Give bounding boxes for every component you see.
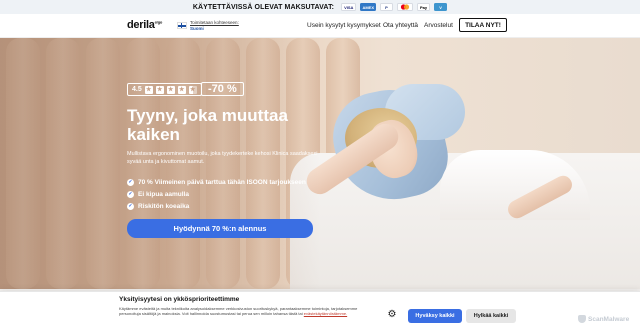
benefit-label: Riskitön koeaika — [138, 202, 190, 210]
benefit-item: ✓ Ei kipua aamulla — [127, 188, 306, 200]
star-icon: ★ — [155, 85, 164, 94]
shipping-label: Toimitetaan kohteeseen: — [190, 20, 239, 25]
site-header: derilaergo Toimitetaan kohteeseen: Suomi… — [0, 14, 640, 38]
claim-discount-button[interactable]: Hyödynnä 70 %:n alennus — [127, 219, 313, 238]
watermark-text: ScanMalware — [588, 315, 630, 323]
hero-headline: Tyyny, joka muuttaa kaiken — [127, 106, 288, 144]
check-icon: ✓ — [127, 178, 134, 186]
star-icon: ★ — [144, 85, 153, 94]
discount-badge: -70 % — [201, 82, 244, 96]
order-now-button[interactable]: TILAA NYT! — [459, 18, 507, 32]
rating-badge: 4.5 ★ ★ ★ ★ ★ — [127, 83, 202, 96]
promo-text: KÄYTETTÄVISSÄ OLEVAT MAKSUTAVAT: — [192, 3, 335, 11]
hero-subtext: Mullistava ergonominen muotoilu, joka ty… — [127, 151, 318, 165]
benefit-item: ✓ 70 % Viimeinen päivä tarttua tähän ISOO… — [127, 176, 306, 188]
paypal-icon: P — [380, 3, 394, 11]
cookie-policy-link[interactable]: evästekäytännöstämme. — [304, 311, 347, 316]
cookie-settings-gear-icon[interactable]: ⚙ — [387, 310, 397, 320]
benefit-label: 70 % Viimeinen päivä tarttua tähän ISOON… — [138, 178, 306, 186]
check-icon: ✓ — [127, 190, 134, 198]
shield-icon — [578, 315, 586, 323]
benefit-label: Ei kipua aamulla — [138, 190, 189, 198]
promo-bar: KÄYTETTÄVISSÄ OLEVAT MAKSUTAVAT: VISA AM… — [0, 0, 640, 14]
star-icon: ★ — [166, 85, 175, 94]
amex-icon: AMEX — [360, 3, 377, 11]
finland-flag-icon[interactable] — [177, 22, 187, 29]
nav-reviews[interactable]: Arvostelut — [424, 22, 453, 29]
venmo-icon: V — [434, 3, 448, 11]
apple-pay-icon: Pay — [417, 3, 431, 11]
logo-suffix: ergo — [154, 19, 163, 25]
rating-value: 4.5 — [132, 86, 142, 93]
accept-all-button[interactable]: Hyväksy kaikki — [408, 309, 462, 323]
shipping-selector[interactable]: Toimitetaan kohteeseen: Suomi — [190, 20, 239, 31]
logo[interactable]: derilaergo — [127, 19, 162, 31]
cookie-title: Yksityisyytesi on ykkösprioriteettimme — [119, 296, 240, 303]
reject-all-button[interactable]: Hylkää kaikki — [466, 309, 516, 323]
cookie-banner: Yksityisyytesi on ykkösprioriteettimme K… — [0, 291, 640, 331]
watermark: ScanMalware — [578, 315, 629, 323]
star-icon: ★ — [177, 85, 186, 94]
mastercard-icon — [397, 3, 414, 11]
visa-icon: VISA — [341, 3, 357, 11]
benefit-item: ✓ Riskitön koeaika — [127, 200, 306, 212]
nav-faq[interactable]: Usein kysytyt kysymykset — [307, 22, 381, 29]
cookie-text: Käytämme evästeitä ja muita tekniikoita … — [119, 306, 359, 316]
hero-section: 4.5 ★ ★ ★ ★ ★ -70 % Tyyny, joka muuttaa … — [0, 38, 640, 289]
half-star-icon: ★ — [188, 85, 197, 94]
shipping-country: Suomi — [190, 25, 204, 31]
logo-text: derila — [127, 19, 155, 31]
benefit-list: ✓ 70 % Viimeinen päivä tarttua tähän ISOO… — [127, 176, 306, 212]
nav-contact[interactable]: Ota yhteyttä — [383, 22, 418, 29]
check-icon: ✓ — [127, 202, 134, 210]
